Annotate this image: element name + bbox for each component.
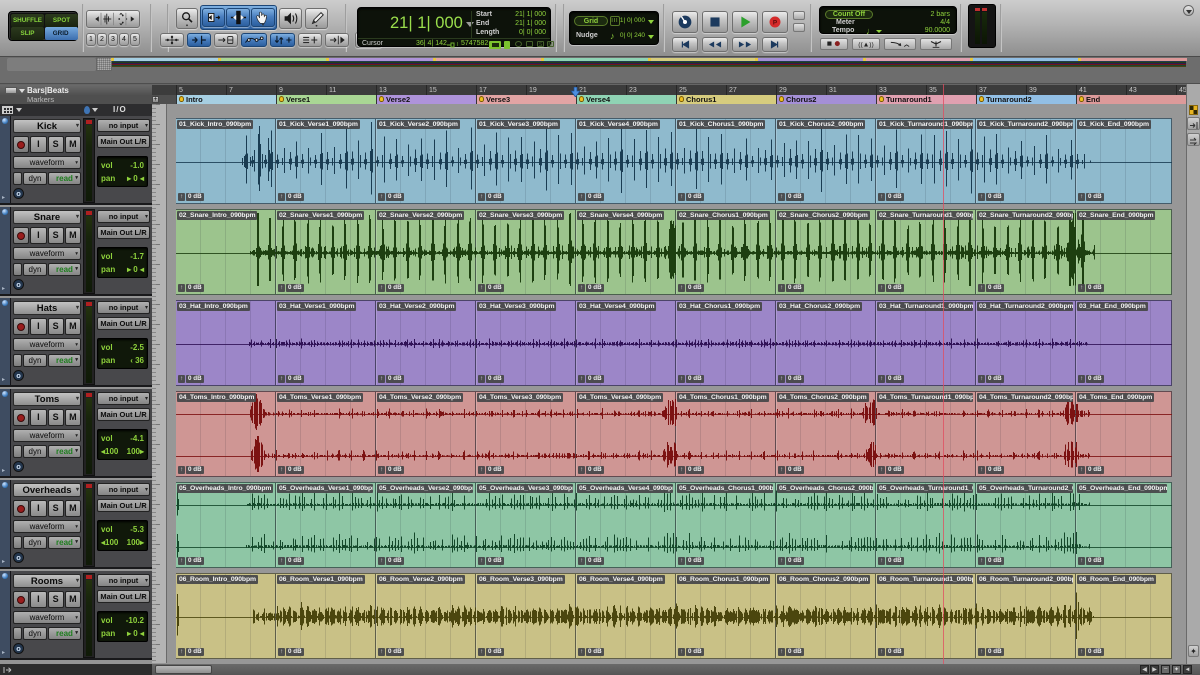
svg-text:((▲)): ((▲)) [858,42,873,49]
svg-text:P: P [773,19,778,26]
